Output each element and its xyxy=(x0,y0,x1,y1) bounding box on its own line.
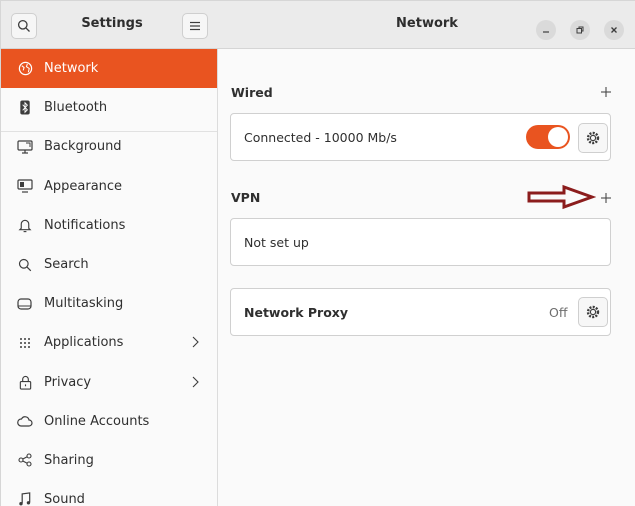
vpn-row: Not set up xyxy=(230,218,611,266)
music-note-icon xyxy=(17,492,33,506)
vpn-section-label: VPN xyxy=(231,190,261,205)
sidebar-item-network[interactable]: Network xyxy=(1,49,217,89)
sidebar: Settings Network Bluetooth Background Ap… xyxy=(1,1,218,506)
wired-connection-row: Connected - 10000 Mb/s xyxy=(230,113,611,161)
wired-toggle[interactable] xyxy=(526,125,570,149)
toggle-knob xyxy=(548,127,568,147)
apps-grid-icon xyxy=(17,335,33,351)
sidebar-header: Settings xyxy=(1,1,218,49)
minimize-icon xyxy=(543,31,549,33)
add-vpn-button[interactable] xyxy=(599,191,613,205)
bell-icon xyxy=(17,217,33,233)
proxy-label: Network Proxy xyxy=(244,305,349,320)
sidebar-item-bluetooth[interactable]: Bluetooth xyxy=(1,88,217,127)
sidebar-title: Settings xyxy=(81,16,143,31)
sidebar-item-label: Network xyxy=(44,61,99,77)
wired-section-label: Wired xyxy=(231,85,273,100)
main-header: Network xyxy=(218,1,635,49)
sidebar-item-label: Multitasking xyxy=(44,296,124,312)
restore-icon xyxy=(576,26,584,34)
chevron-right-icon xyxy=(192,376,199,387)
close-icon xyxy=(611,27,617,33)
sidebar-list: Network Bluetooth Background Appearance … xyxy=(1,49,217,506)
sidebar-item-label: Bluetooth xyxy=(44,100,108,116)
sidebar-item-label: Appearance xyxy=(44,178,123,194)
sidebar-item-appearance[interactable]: Appearance xyxy=(1,167,217,206)
sidebar-item-background[interactable]: Background xyxy=(1,127,217,166)
network-icon xyxy=(17,61,33,77)
appearance-icon xyxy=(17,178,33,194)
sidebar-item-label: Privacy xyxy=(44,374,92,390)
wired-settings-button[interactable] xyxy=(578,123,608,153)
proxy-settings-button[interactable] xyxy=(578,297,608,327)
chevron-right-icon xyxy=(192,336,199,348)
sidebar-item-applications[interactable]: Applications xyxy=(1,323,217,362)
minimize-button[interactable] xyxy=(536,20,556,40)
sidebar-item-multitasking[interactable]: Multitasking xyxy=(1,284,217,323)
sidebar-item-online-accounts[interactable]: Online Accounts xyxy=(1,402,217,441)
add-wired-button[interactable] xyxy=(599,85,613,99)
search-button[interactable] xyxy=(11,13,37,39)
sidebar-item-label: Sound xyxy=(44,492,85,506)
arrow-annotation-icon xyxy=(527,184,596,210)
sidebar-item-notifications[interactable]: Notifications xyxy=(1,206,217,245)
lock-icon xyxy=(17,374,33,390)
sidebar-item-search[interactable]: Search xyxy=(1,245,217,284)
main-panel: Network Wired Connected - 10000 Mb/s VPN… xyxy=(218,1,635,506)
sidebar-item-label: Applications xyxy=(44,335,124,351)
sidebar-item-label: Notifications xyxy=(44,217,126,233)
share-icon xyxy=(17,452,33,468)
wired-status: Connected - 10000 Mb/s xyxy=(244,130,397,145)
multitasking-icon xyxy=(17,296,33,312)
sidebar-item-label: Search xyxy=(44,257,89,273)
gear-icon xyxy=(586,305,600,319)
bluetooth-icon xyxy=(17,100,33,116)
gear-icon xyxy=(586,131,600,145)
sidebar-item-sound[interactable]: Sound xyxy=(1,480,217,506)
sidebar-item-privacy[interactable]: Privacy xyxy=(1,363,217,402)
sidebar-item-label: Background xyxy=(44,139,122,155)
sidebar-item-label: Online Accounts xyxy=(44,413,150,429)
menu-button[interactable] xyxy=(182,13,208,39)
sidebar-item-sharing[interactable]: Sharing xyxy=(1,441,217,480)
vpn-status: Not set up xyxy=(244,235,309,250)
settings-window: Settings Network Bluetooth Background Ap… xyxy=(0,0,635,506)
proxy-state: Off xyxy=(549,305,568,320)
hamburger-icon xyxy=(190,21,200,31)
cloud-icon xyxy=(17,413,33,429)
maximize-button[interactable] xyxy=(570,20,590,40)
search-icon xyxy=(17,257,33,273)
network-proxy-row[interactable]: Network Proxy Off xyxy=(230,288,611,336)
close-button[interactable] xyxy=(604,20,624,40)
background-icon xyxy=(17,139,33,155)
sidebar-item-label: Sharing xyxy=(44,452,94,468)
search-icon xyxy=(17,19,30,32)
